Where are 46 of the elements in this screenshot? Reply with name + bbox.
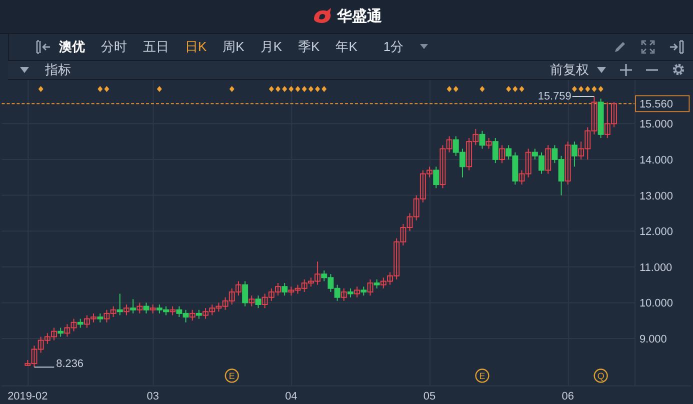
app-name: 华盛通 [337, 6, 382, 26]
event-badge[interactable]: E [475, 368, 490, 382]
price-axis-label: 12.000 [639, 226, 673, 238]
adjustment-dropdown[interactable]: 前复权 [550, 60, 606, 79]
price-axis-label: 9.000 [639, 333, 667, 346]
price-axis-label: 13.000 [639, 190, 673, 202]
period-tab[interactable]: 周K [216, 38, 250, 56]
period-tab[interactable]: 分时 [95, 38, 133, 56]
last-price-box [635, 94, 690, 112]
high-price-label: 15.759 [538, 90, 572, 102]
date-axis-label: 06 [562, 390, 574, 402]
annotation: E [228, 370, 235, 381]
annotation: E [479, 370, 486, 381]
indicator-label[interactable]: 指标 [45, 60, 71, 79]
price-axis-label: 10.000 [639, 297, 673, 310]
date-axis-label: 05 [423, 390, 436, 402]
price-axis-label: 11.000 [639, 262, 672, 274]
caret-icon [597, 66, 606, 73]
event-badge[interactable]: Q [594, 368, 608, 382]
caret-icon[interactable] [20, 66, 29, 73]
leader-line [34, 366, 55, 368]
fullscreen-icon[interactable] [641, 40, 655, 54]
annotation: Q [597, 370, 604, 381]
stock-name: 澳优 [59, 38, 85, 56]
interval-dropdown[interactable]: 1分 [377, 38, 434, 56]
exit-panel-icon[interactable] [669, 40, 685, 54]
last-price-label: 15.560 [639, 98, 673, 110]
low-price-label: 8.236 [56, 358, 84, 370]
period-tab[interactable]: 年K [330, 38, 364, 56]
price-axis-label: 15.000 [639, 118, 673, 130]
pencil-icon[interactable] [613, 40, 627, 54]
period-tab[interactable]: 五日 [137, 38, 175, 56]
logo-icon [311, 7, 333, 26]
caret-icon [420, 44, 428, 50]
period-tab[interactable]: 月K [254, 38, 288, 56]
date-axis-label: 04 [285, 390, 298, 402]
plus-icon[interactable] [620, 64, 632, 76]
leader-line [572, 96, 595, 97]
price-axis-label: 14.000 [639, 154, 673, 166]
event-badge[interactable]: E [224, 368, 239, 382]
settings-icon[interactable] [672, 63, 685, 76]
date-axis-label: 03 [146, 390, 159, 402]
period-tab[interactable]: 日K [179, 38, 213, 56]
collapse-panel-icon[interactable] [35, 40, 51, 54]
date-axis-label: 2019-02 [8, 390, 48, 402]
period-tab[interactable]: 季K [292, 38, 326, 56]
